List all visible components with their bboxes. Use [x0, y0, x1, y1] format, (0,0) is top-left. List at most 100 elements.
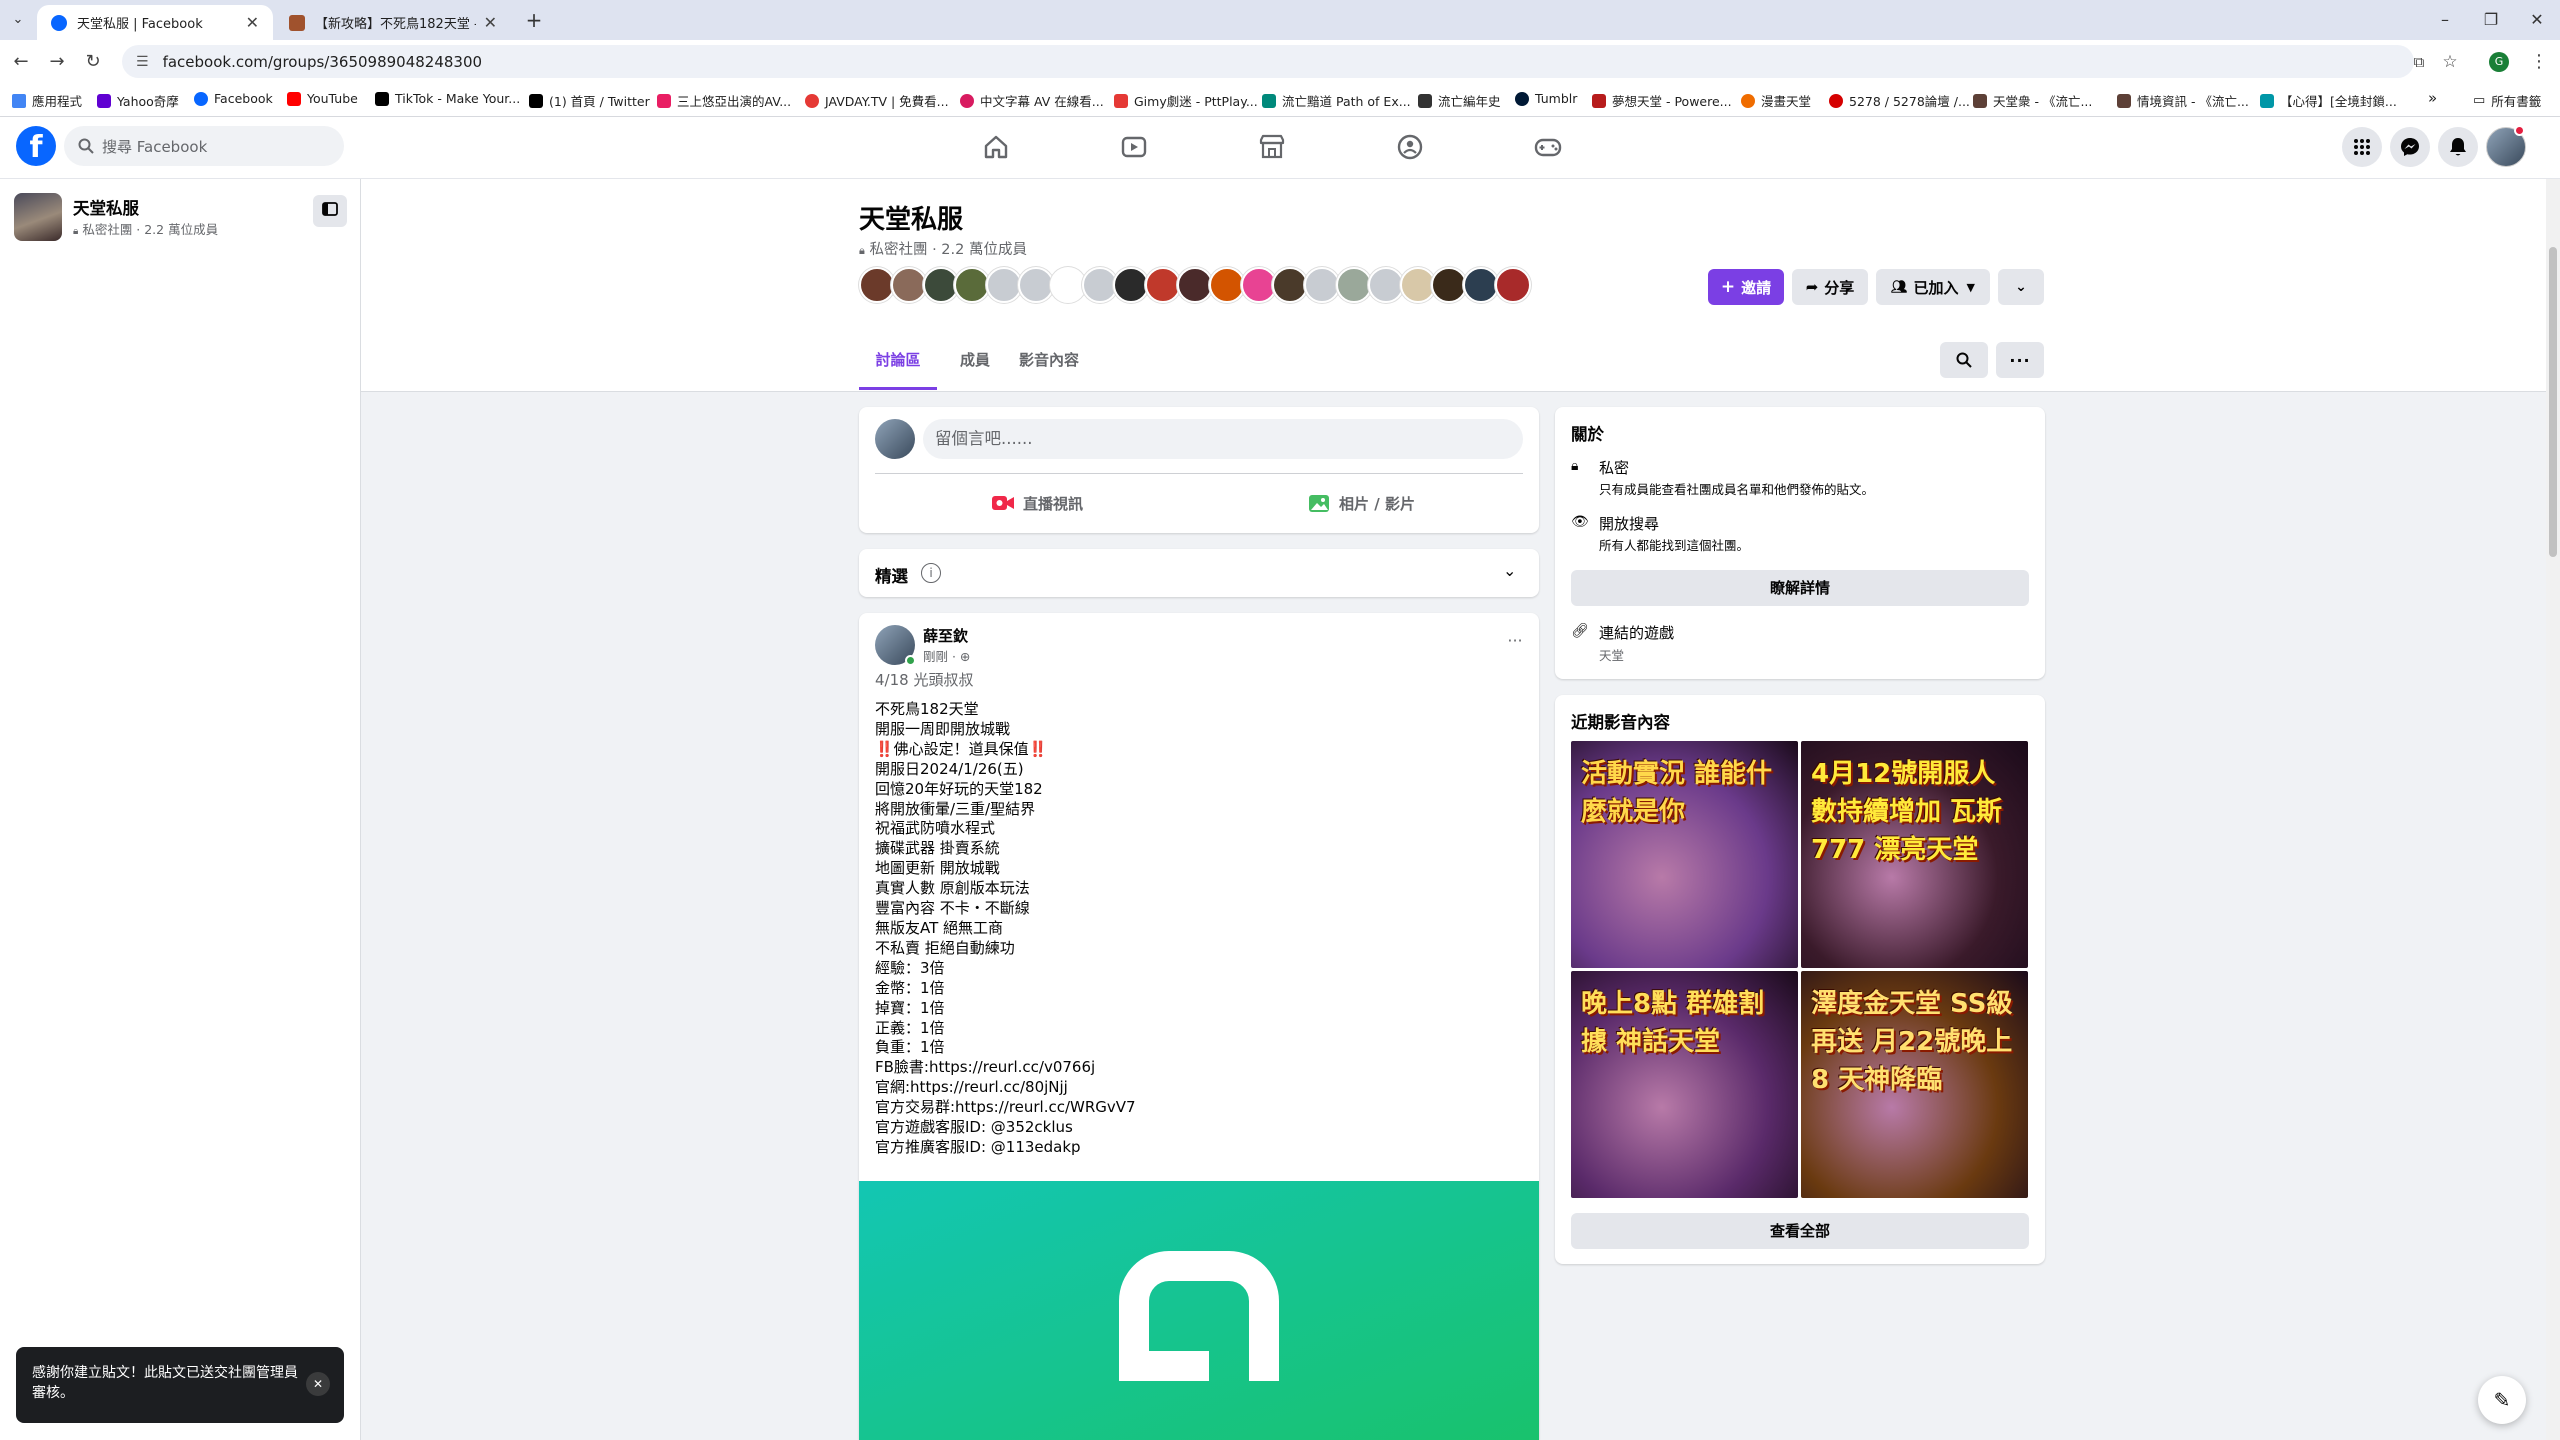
restore-button[interactable]: ❐ [2477, 6, 2505, 34]
bookmark-item[interactable]: Tumblr [1515, 91, 1577, 106]
group-search-button[interactable] [1940, 342, 1988, 378]
media-thumbnail[interactable]: 活動實況 誰能什麼就是你 [1571, 741, 1798, 968]
new-tab-button[interactable]: + [520, 6, 548, 34]
close-tab-icon[interactable]: ✕ [246, 13, 259, 32]
all-bookmarks-button[interactable]: ▭ 所有書籤 [2473, 91, 2541, 110]
expand-header-button[interactable]: ⌄ [1998, 269, 2044, 305]
forward-button[interactable]: → [44, 49, 70, 75]
info-icon[interactable]: i [921, 563, 941, 583]
post-timestamp[interactable]: 剛剛 · ⊕ [923, 646, 970, 665]
bookmark-item[interactable]: TikTok - Make Your... [375, 91, 520, 106]
bookmark-item[interactable]: 流亡黯道 Path of Ex... [1262, 91, 1411, 110]
notifications-bell-icon[interactable] [2438, 127, 2478, 167]
minimize-button[interactable]: – [2431, 6, 2459, 34]
tab-media[interactable]: 影音內容 [1009, 331, 1089, 390]
bookmark-item[interactable]: Facebook [194, 91, 273, 106]
media-thumbnail[interactable]: 4月12號開服人數持續增加 瓦斯777 漂亮天堂 [1801, 741, 2028, 968]
post-author-name[interactable]: 薛至欽 [923, 625, 968, 646]
bookmark-item[interactable]: (1) 首頁 / Twitter [529, 91, 650, 110]
facebook-logo-icon[interactable]: f [16, 126, 56, 166]
member-avatar[interactable] [922, 267, 959, 303]
post-image[interactable] [859, 1181, 1539, 1440]
media-thumbnail[interactable]: 晚上8點 群雄割據 神話天堂 [1571, 971, 1798, 1198]
linked-game-name[interactable]: 天堂 [1599, 645, 1624, 664]
member-avatar[interactable] [1049, 267, 1086, 303]
home-icon[interactable] [979, 130, 1013, 164]
post-more-button[interactable]: ··· [1499, 625, 1531, 657]
member-avatar[interactable] [1272, 267, 1309, 303]
member-avatar[interactable] [1240, 267, 1277, 303]
groups-icon[interactable] [1393, 130, 1427, 164]
gaming-icon[interactable] [1531, 130, 1565, 164]
member-avatars[interactable] [859, 267, 1531, 307]
chrome-menu-icon[interactable]: ⋮ [2526, 49, 2552, 75]
member-avatar[interactable] [1304, 267, 1341, 303]
view-all-button[interactable]: 查看全部 [1571, 1213, 2029, 1249]
close-window-button[interactable]: ✕ [2523, 6, 2551, 34]
member-avatar[interactable] [986, 267, 1023, 303]
menu-grid-icon[interactable] [2342, 127, 2382, 167]
tab-pokemon[interactable]: 【新攻略】不死鳥182天堂 - Po ✕ [275, 5, 511, 40]
bookmark-item[interactable]: JAVDAY.TV | 免費看... [805, 91, 949, 110]
bookmark-item[interactable]: 應用程式 [12, 91, 82, 110]
new-message-button[interactable]: ✎ [2478, 1376, 2526, 1424]
featured-card[interactable]: 精選 i ⌄ [859, 549, 1539, 597]
tab-facebook[interactable]: 天堂私服 | Facebook ✕ [37, 5, 273, 40]
address-bar[interactable]: ☰ facebook.com/groups/3650989048248300 [122, 45, 2414, 78]
member-avatar[interactable] [859, 267, 895, 303]
collapse-sidebar-button[interactable] [313, 195, 347, 227]
profile-icon[interactable]: G [2489, 52, 2509, 72]
group-thumbnail[interactable] [14, 193, 62, 241]
more-bookmarks-button[interactable]: » [2428, 89, 2437, 107]
share-button[interactable]: ➦ 分享 [1792, 269, 1868, 305]
bookmark-item[interactable]: 天堂衆 - 《流亡... [1973, 91, 2092, 110]
tab-discussion[interactable]: 討論區 [859, 331, 937, 390]
member-avatar[interactable] [1463, 267, 1500, 303]
facebook-search[interactable]: 搜尋 Facebook [64, 126, 344, 166]
reload-button[interactable]: ↻ [80, 49, 106, 75]
bookmark-item[interactable]: Yahoo奇摩 [97, 91, 179, 110]
bookmark-item[interactable]: Gimy劇迷 - PttPlay... [1114, 91, 1258, 110]
group-more-button[interactable]: ··· [1996, 342, 2044, 378]
bookmark-item[interactable]: YouTube [287, 91, 358, 106]
bookmark-item[interactable]: 漫畫天堂 [1741, 91, 1811, 110]
member-avatar[interactable] [1177, 267, 1213, 303]
learn-more-button[interactable]: 瞭解詳情 [1571, 570, 2029, 606]
member-avatar[interactable] [890, 267, 927, 303]
bookmark-item[interactable]: 夢想天堂 - Powere... [1592, 91, 1732, 110]
back-button[interactable]: ← [8, 49, 34, 75]
sidebar-group-name[interactable]: 天堂私服 [73, 195, 139, 219]
member-avatar[interactable] [1113, 267, 1150, 303]
marketplace-icon[interactable] [1255, 130, 1289, 164]
bookmark-item[interactable]: 【心得】[全境封鎖... [2260, 91, 2397, 110]
install-app-icon[interactable]: ⧉ [2406, 49, 2432, 75]
member-avatar[interactable] [1367, 267, 1404, 303]
member-avatar[interactable] [954, 267, 991, 303]
chevron-down-icon[interactable]: ⌄ [1503, 561, 1516, 580]
bookmark-item[interactable]: 三上悠亞出演的AV... [657, 91, 791, 110]
page-scrollbar[interactable] [2546, 179, 2560, 1440]
tab-search-icon[interactable]: ⌄ [8, 10, 28, 30]
member-avatar[interactable] [1208, 267, 1245, 303]
messenger-icon[interactable] [2390, 127, 2430, 167]
member-avatar[interactable] [1018, 267, 1054, 303]
member-avatar[interactable] [1399, 267, 1436, 303]
toast-close-button[interactable]: ✕ [306, 1372, 330, 1396]
member-avatar[interactable] [1336, 267, 1372, 303]
invite-button[interactable]: + 邀請 [1708, 269, 1784, 305]
bookmark-item[interactable]: 情境資訊 - 《流亡... [2117, 91, 2249, 110]
joined-button[interactable]: 👥︎ 已加入 ▼ [1876, 269, 1990, 305]
bookmark-star-icon[interactable]: ☆ [2437, 49, 2463, 75]
composer-input[interactable]: 留個言吧...... [923, 419, 1523, 459]
scrollbar-thumb[interactable] [2549, 247, 2557, 557]
close-tab-icon[interactable]: ✕ [484, 13, 497, 32]
watch-icon[interactable] [1117, 130, 1151, 164]
bookmark-item[interactable]: 中文字幕 AV 在線看... [960, 91, 1104, 110]
bookmark-item[interactable]: 5278 / 5278論壇 /... [1829, 91, 1970, 110]
member-avatar[interactable] [1431, 267, 1468, 303]
media-thumbnail[interactable]: 澤度金天堂 SS級再送 月22號晚上8 天神降臨 [1801, 971, 2028, 1198]
photo-video-button[interactable]: 相片 / 影片 [1199, 483, 1523, 523]
live-video-button[interactable]: 直播視訊 [875, 483, 1199, 523]
site-info-icon[interactable]: ☰ [136, 54, 149, 70]
member-avatar[interactable] [1081, 267, 1118, 303]
